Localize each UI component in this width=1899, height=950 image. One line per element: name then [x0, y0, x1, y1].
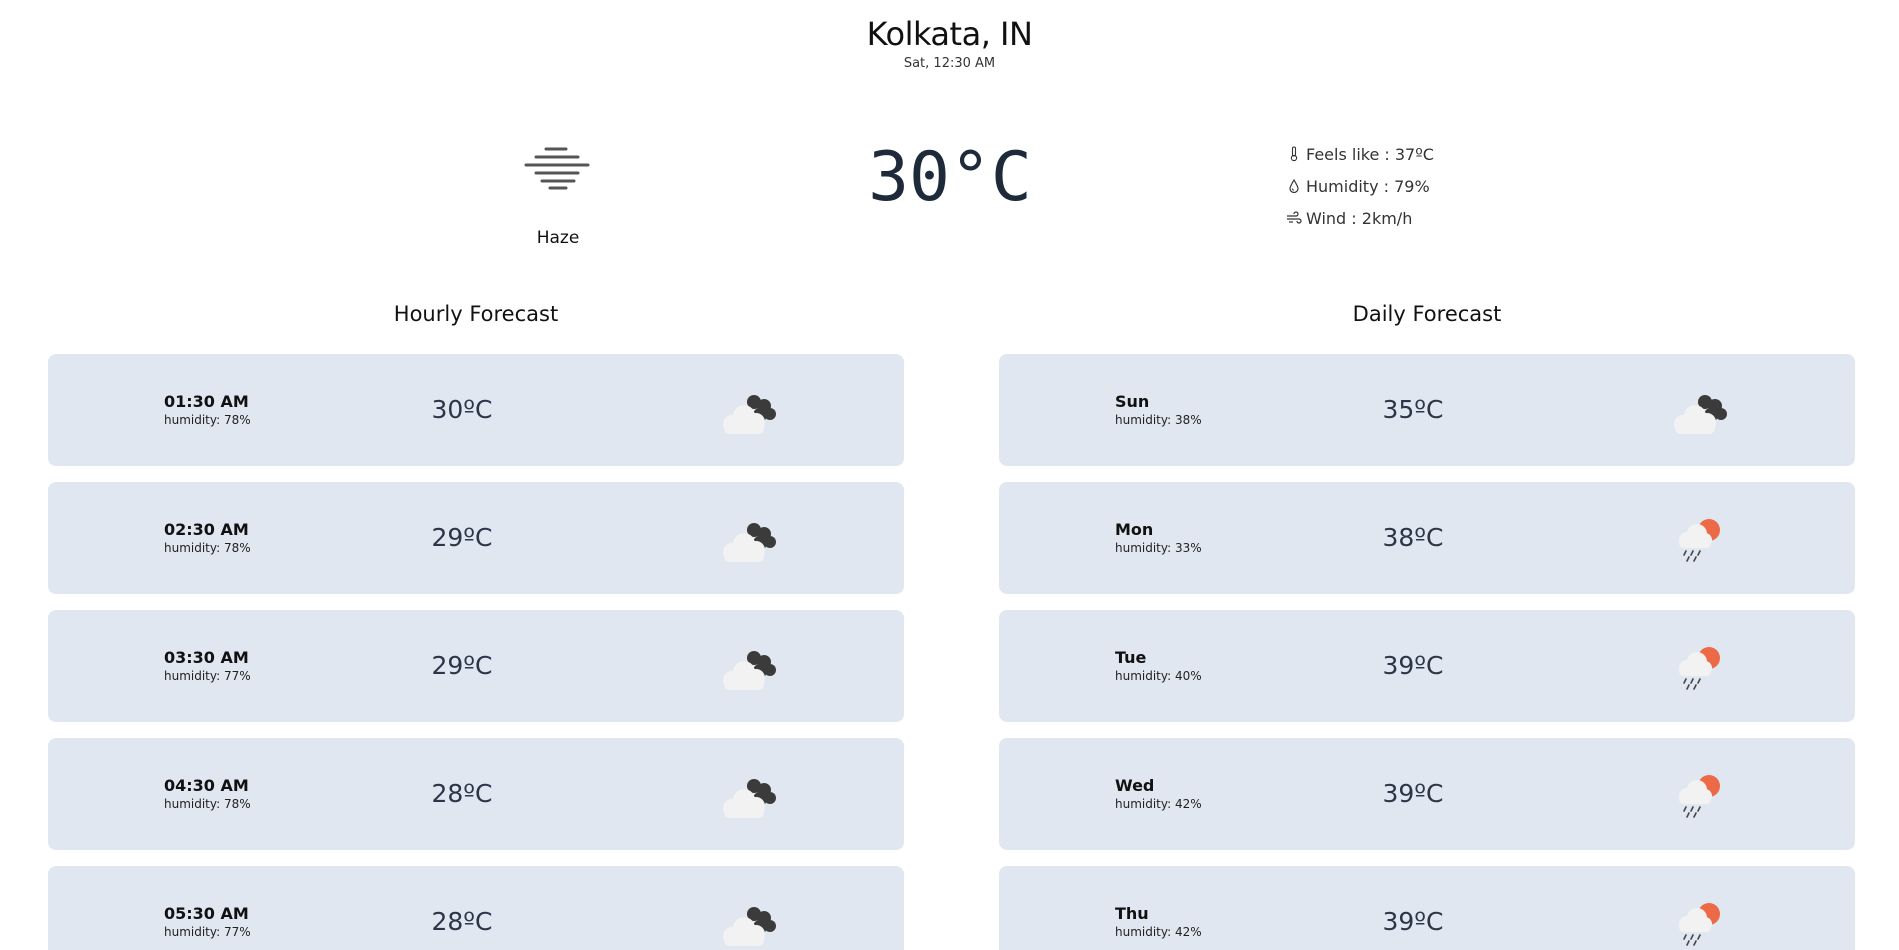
daily-humidity: humidity: 42%	[1115, 925, 1202, 939]
night-cloudy-icon	[723, 779, 776, 818]
wind-text: Wind : 2km/h	[1306, 208, 1413, 228]
night-cloudy-icon	[723, 395, 776, 434]
daily-card: Tue humidity: 40% 39ºC	[999, 610, 1855, 722]
daily-day: Thu	[1115, 904, 1149, 923]
daily-forecast-list: Sun humidity: 38% 35ºC Mon humidity: 33% 3…	[999, 354, 1855, 950]
hourly-time: 01:30 AM	[164, 392, 249, 411]
feels-like-stat: Feels like : 37ºC	[1286, 138, 1434, 170]
city-name: Kolkata, IN	[866, 15, 1033, 53]
condition-label: Haze	[536, 228, 580, 248]
hourly-card: 02:30 AM humidity: 78% 29ºC	[48, 482, 904, 594]
daily-day: Wed	[1115, 776, 1155, 795]
hourly-forecast-list: 01:30 AM humidity: 78% 30ºC 02:30 AM humid…	[48, 354, 904, 950]
night-cloudy-icon	[1674, 395, 1727, 434]
current-temperature: 30°C	[868, 138, 1032, 217]
daily-card: Sun humidity: 38% 35ºC	[999, 354, 1855, 466]
hourly-card: 03:30 AM humidity: 77% 29ºC	[48, 610, 904, 722]
thermometer-icon	[1286, 146, 1302, 162]
daily-humidity: humidity: 42%	[1115, 797, 1202, 811]
hourly-temp: 30ºC	[431, 395, 493, 424]
daily-temp: 38ºC	[1382, 523, 1444, 552]
daily-temp: 39ºC	[1382, 907, 1444, 936]
humidity-stat: Humidity : 79%	[1286, 170, 1434, 202]
daily-day: Sun	[1115, 392, 1150, 411]
hourly-temp: 28ºC	[431, 907, 493, 936]
feels-like-text: Feels like : 37ºC	[1306, 144, 1434, 164]
hourly-time: 04:30 AM	[164, 776, 249, 795]
hourly-card: 04:30 AM humidity: 78% 28ºC	[48, 738, 904, 850]
sun-rain-icon	[1679, 775, 1720, 818]
daily-day: Mon	[1115, 520, 1154, 539]
hourly-humidity: humidity: 77%	[164, 669, 251, 683]
hourly-time: 05:30 AM	[164, 904, 249, 923]
weather-app: Kolkata, IN Sat, 12:30 AM Haze 30°C Feel…	[0, 0, 1899, 950]
wind-icon	[1286, 210, 1302, 226]
wind-stat: Wind : 2km/h	[1286, 202, 1434, 234]
current-weather: Haze 30°C Feels like : 37ºC Humidity : 7…	[0, 138, 1899, 258]
night-cloudy-icon	[723, 907, 776, 946]
hourly-humidity: humidity: 78%	[164, 413, 251, 427]
night-cloudy-icon	[723, 651, 776, 690]
droplet-icon	[1286, 178, 1302, 194]
daily-card: Mon humidity: 33% 38ºC	[999, 482, 1855, 594]
sun-rain-icon	[1679, 647, 1720, 690]
daily-card: Wed humidity: 42% 39ºC	[999, 738, 1855, 850]
daily-temp: 39ºC	[1382, 779, 1444, 808]
hourly-forecast-title: Hourly Forecast	[393, 302, 559, 326]
hourly-time: 02:30 AM	[164, 520, 249, 539]
daily-forecast-title: Daily Forecast	[1352, 302, 1502, 326]
humidity-text: Humidity : 79%	[1306, 176, 1430, 196]
hourly-card: 05:30 AM humidity: 77% 28ºC	[48, 866, 904, 950]
daily-temp: 39ºC	[1382, 651, 1444, 680]
daily-card: Thu humidity: 42% 39ºC	[999, 866, 1855, 950]
current-datetime: Sat, 12:30 AM	[903, 56, 996, 71]
daily-humidity: humidity: 40%	[1115, 669, 1202, 683]
sun-rain-icon	[1679, 903, 1720, 946]
daily-humidity: humidity: 33%	[1115, 541, 1202, 555]
location-header: Kolkata, IN Sat, 12:30 AM	[0, 14, 1899, 71]
haze-icon	[524, 147, 590, 190]
hourly-time: 03:30 AM	[164, 648, 249, 667]
hourly-temp: 28ºC	[431, 779, 493, 808]
sun-rain-icon	[1679, 519, 1720, 562]
hourly-card: 01:30 AM humidity: 78% 30ºC	[48, 354, 904, 466]
night-cloudy-icon	[723, 523, 776, 562]
hourly-temp: 29ºC	[431, 523, 493, 552]
hourly-temp: 29ºC	[431, 651, 493, 680]
hourly-humidity: humidity: 78%	[164, 797, 251, 811]
hourly-humidity: humidity: 77%	[164, 925, 251, 939]
daily-temp: 35ºC	[1382, 395, 1444, 424]
daily-day: Tue	[1115, 648, 1147, 667]
current-stats: Feels like : 37ºC Humidity : 79% Wind : …	[1286, 138, 1434, 234]
hourly-humidity: humidity: 78%	[164, 541, 251, 555]
daily-humidity: humidity: 38%	[1115, 413, 1202, 427]
